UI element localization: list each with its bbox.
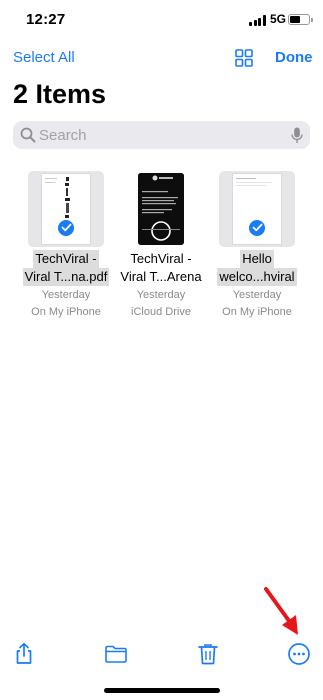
file-date: Yesterday [136, 289, 186, 301]
folder-icon[interactable] [104, 642, 128, 666]
file-name-line: Viral T...na.pdf [22, 268, 110, 286]
select-all-button[interactable]: Select All [13, 49, 75, 66]
home-indicator [104, 688, 220, 693]
page-title: 2 Items [13, 79, 107, 109]
trash-icon[interactable] [196, 642, 220, 666]
search-bar[interactable] [13, 121, 310, 149]
file-item[interactable]: Hello welco...hviral Yesterday On My iPh… [212, 171, 302, 321]
screenshot-preview [138, 173, 184, 245]
file-name-line: Hello [240, 250, 274, 268]
file-thumbnail[interactable] [123, 171, 199, 247]
file-name-line: welco...hviral [217, 268, 297, 286]
file-name-line: TechViral - [33, 250, 99, 268]
checkmark-selected-icon[interactable] [248, 219, 266, 237]
file-location: On My iPhone [222, 306, 292, 318]
battery-icon [288, 14, 313, 25]
file-location: On My iPhone [31, 306, 101, 318]
grid-view-icon[interactable] [235, 49, 253, 67]
status-time: 12:27 [26, 11, 66, 28]
search-input[interactable] [39, 125, 269, 145]
share-icon[interactable] [12, 642, 36, 666]
search-icon [20, 127, 36, 143]
file-date: Yesterday [232, 289, 282, 301]
file-location: iCloud Drive [131, 306, 191, 318]
network-type: 5G [270, 12, 287, 26]
more-icon[interactable] [287, 642, 311, 666]
file-date: Yesterday [41, 289, 91, 301]
file-item[interactable]: TechViral - Viral T...Arena Yesterday iC… [116, 171, 206, 321]
done-button[interactable]: Done [275, 49, 313, 66]
checkmark-selected-icon[interactable] [57, 219, 75, 237]
microphone-icon[interactable] [291, 127, 303, 144]
cellular-signal-icon [249, 15, 266, 26]
file-name-line: TechViral - [130, 251, 192, 266]
file-name-line: Viral T...Arena [120, 269, 202, 284]
file-thumbnail[interactable] [28, 171, 104, 247]
file-item[interactable]: TechViral - Viral T...na.pdf Yesterday O… [21, 171, 111, 321]
files-screen: 12:27 5G Select All Done 2 Items Search … [0, 0, 323, 700]
status-bar: 12:27 5G [0, 0, 323, 38]
file-thumbnail[interactable] [219, 171, 295, 247]
